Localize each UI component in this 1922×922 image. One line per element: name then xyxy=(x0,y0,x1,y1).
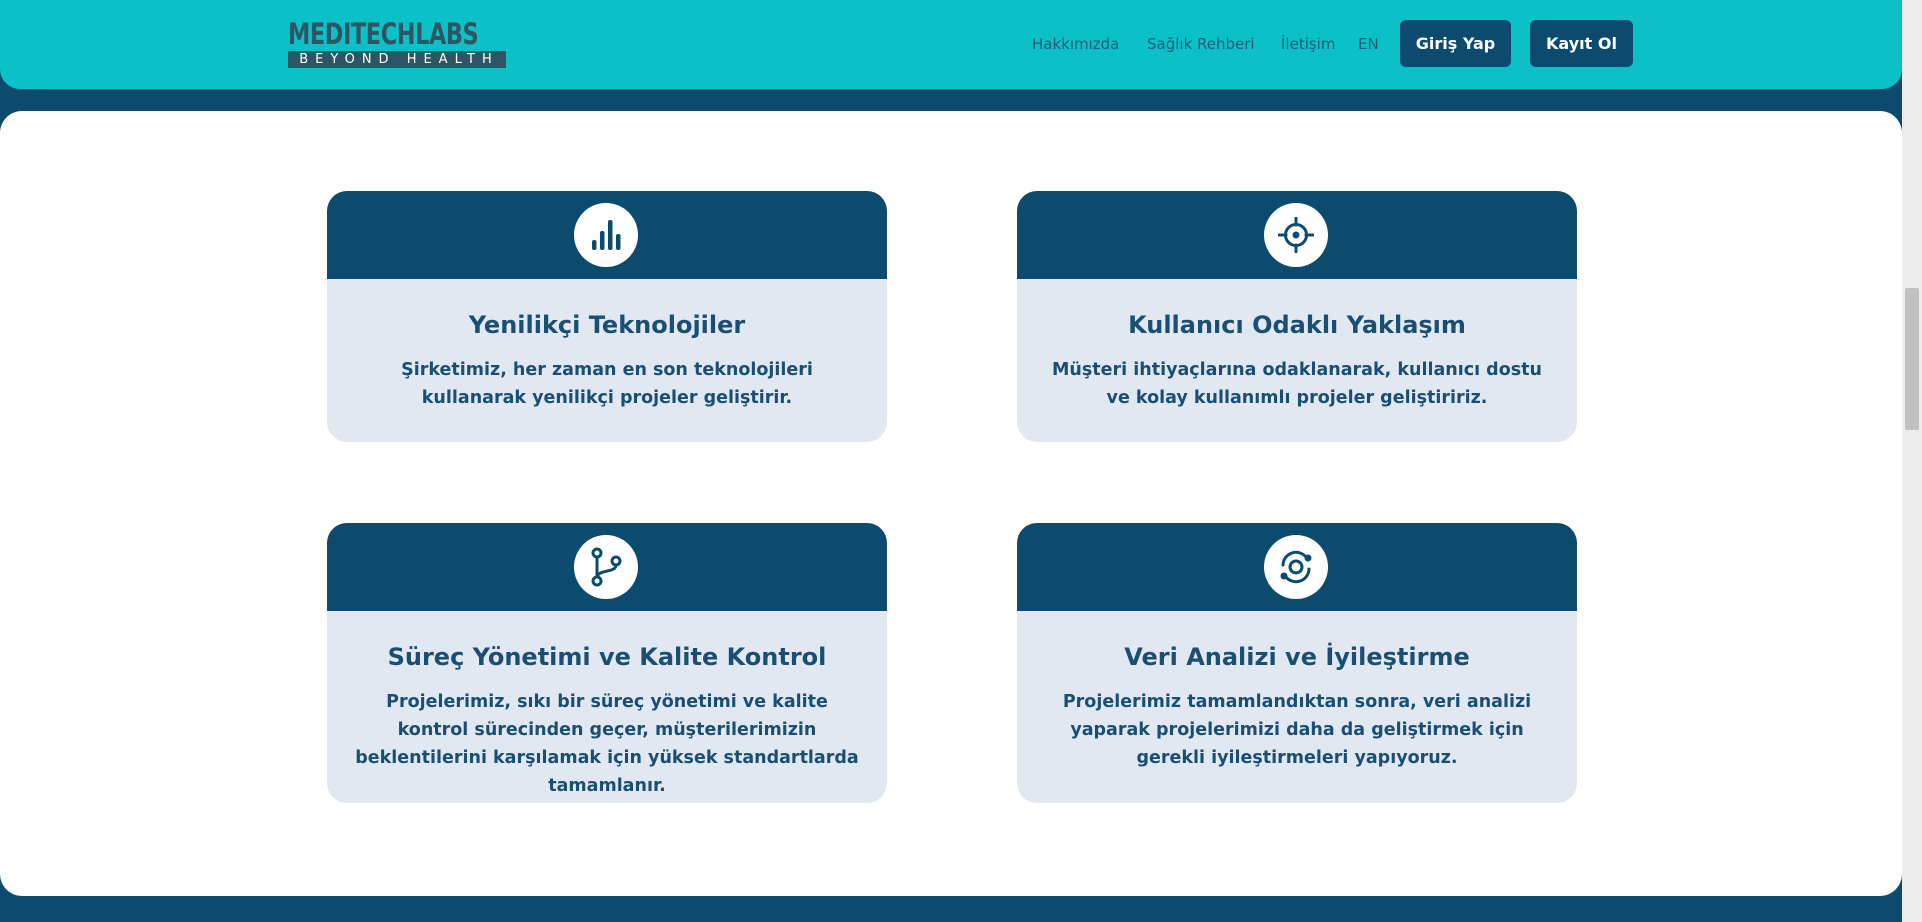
card-title: Kullanıcı Odaklı Yaklaşım xyxy=(1128,311,1466,339)
bar-chart-icon xyxy=(574,203,638,267)
features-section: Yenilikçi Teknolojiler Şirketimiz, her z… xyxy=(0,111,1902,896)
card-text: Müşteri ihtiyaçlarına odaklanarak, kulla… xyxy=(1052,360,1542,408)
feature-card: Kullanıcı Odaklı Yaklaşım Müşteri ihtiya… xyxy=(1017,191,1577,442)
scrollbar-thumb[interactable] xyxy=(1905,288,1919,430)
brand-tagline: BEYOND HEALTH xyxy=(288,51,506,68)
feature-card: Veri Analizi ve İyileştirme Projelerimiz… xyxy=(1017,523,1577,803)
login-button[interactable]: Giriş Yap xyxy=(1400,20,1511,67)
card-title: Veri Analizi ve İyileştirme xyxy=(1124,643,1470,671)
card-text: Projelerimiz, sıkı bir süreç yönetimi ve… xyxy=(355,692,859,796)
nav-link-health-guide[interactable]: Sağlık Rehberi xyxy=(1147,20,1255,68)
scrollbar[interactable] xyxy=(1902,0,1922,922)
card-header xyxy=(327,523,887,611)
card-text: Şirketimiz, her zaman en son teknolojile… xyxy=(401,360,813,408)
git-branch-icon xyxy=(574,535,638,599)
register-button[interactable]: Kayıt Ol xyxy=(1530,20,1633,67)
nav-link-contact[interactable]: İletişim xyxy=(1281,20,1335,68)
nav-link-about[interactable]: Hakkımızda xyxy=(1032,20,1119,68)
card-title: Süreç Yönetimi ve Kalite Kontrol xyxy=(387,643,827,671)
brand-logo[interactable]: MEDITECHLABS BEYOND HEALTH xyxy=(288,20,506,68)
feature-card: Yenilikçi Teknolojiler Şirketimiz, her z… xyxy=(327,191,887,442)
refresh-target-icon xyxy=(1264,535,1328,599)
target-icon xyxy=(1264,203,1328,267)
card-header xyxy=(327,191,887,279)
feature-card: Süreç Yönetimi ve Kalite Kontrol Projele… xyxy=(327,523,887,803)
main-nav: Hakkımızda Sağlık Rehberi İletişim EN Gi… xyxy=(1000,20,1633,68)
language-switch[interactable]: EN xyxy=(1358,20,1379,68)
card-header xyxy=(1017,191,1577,279)
card-header xyxy=(1017,523,1577,611)
card-text: Projelerimiz tamamlandıktan sonra, veri … xyxy=(1062,692,1532,768)
site-header: MEDITECHLABS BEYOND HEALTH Hakkımızda Sa… xyxy=(0,0,1902,89)
brand-name: MEDITECHLABS xyxy=(288,17,479,51)
card-title: Yenilikçi Teknolojiler xyxy=(468,311,746,339)
